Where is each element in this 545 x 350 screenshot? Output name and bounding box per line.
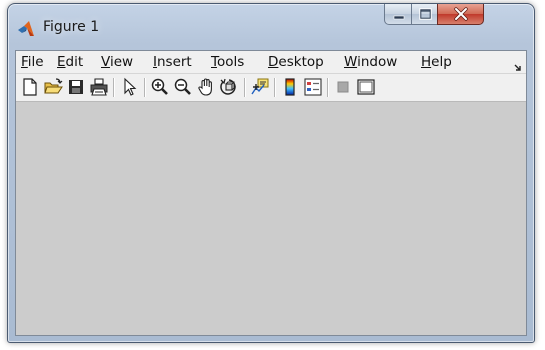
toolbar-separator: [244, 78, 246, 97]
minimize-button[interactable]: [384, 4, 412, 25]
new-figure-button[interactable]: [20, 77, 40, 97]
show-plot-tools-icon: [357, 79, 375, 95]
zoom-in-icon: [151, 78, 168, 95]
zoom-out-icon: [174, 78, 191, 95]
menu-desktop[interactable]: Desktop: [268, 54, 324, 70]
save-figure-button[interactable]: [66, 77, 86, 97]
new-figure-icon: [23, 78, 37, 96]
rotate-3d-button[interactable]: [219, 77, 239, 97]
close-button[interactable]: [437, 4, 484, 25]
edit-plot-button[interactable]: [120, 77, 140, 97]
matlab-logo-icon: [17, 20, 35, 38]
menu-help[interactable]: Help: [421, 54, 452, 70]
data-cursor-icon: [251, 78, 269, 95]
menu-tools[interactable]: Tools: [211, 54, 244, 70]
zoom-out-button[interactable]: [173, 77, 193, 97]
menu-bar: File Edit View Insert Tools Desktop Wind…: [16, 51, 526, 74]
close-icon: [454, 7, 468, 21]
minimize-icon: [393, 15, 405, 20]
data-cursor-button[interactable]: [250, 77, 270, 97]
window-title: Figure 1: [43, 19, 100, 35]
insert-colorbar-button[interactable]: [280, 77, 300, 97]
toolbar-separator: [327, 78, 329, 97]
colorbar-icon: [285, 78, 295, 96]
open-file-button[interactable]: [43, 77, 63, 97]
save-figure-icon: [69, 80, 83, 94]
legend-icon: [304, 78, 322, 96]
print-figure-button[interactable]: [89, 77, 109, 97]
figure-toolbar: [16, 74, 526, 102]
maximize-icon: [419, 8, 432, 20]
insert-legend-button[interactable]: [303, 77, 323, 97]
zoom-in-button[interactable]: [150, 77, 170, 97]
print-figure-icon: [90, 78, 108, 96]
rotate-3d-icon: [220, 78, 236, 95]
menu-file[interactable]: File: [21, 54, 44, 70]
menu-window[interactable]: Window: [344, 54, 397, 70]
figure-window: Figure 1 File Edit View Insert Tools Des…: [7, 3, 535, 343]
toolbar-separator: [113, 78, 115, 97]
hide-plot-tools-icon: [337, 81, 349, 93]
pan-button[interactable]: [196, 77, 216, 97]
menu-edit[interactable]: Edit: [57, 54, 83, 70]
open-file-icon: [44, 78, 63, 94]
toolbar-separator: [144, 78, 146, 97]
figure-canvas[interactable]: [16, 102, 526, 335]
title-bar[interactable]: Figure 1: [8, 4, 534, 50]
menu-insert[interactable]: Insert: [153, 54, 192, 70]
menu-view[interactable]: View: [101, 54, 133, 70]
edit-plot-icon: [124, 77, 137, 96]
maximize-button[interactable]: [411, 4, 438, 25]
hide-plot-tools-button[interactable]: [333, 77, 353, 97]
figure-client-area: File Edit View Insert Tools Desktop Wind…: [15, 50, 527, 336]
toolbar-separator: [274, 78, 276, 97]
pan-icon: [198, 78, 212, 96]
show-plot-tools-button[interactable]: [356, 77, 376, 97]
